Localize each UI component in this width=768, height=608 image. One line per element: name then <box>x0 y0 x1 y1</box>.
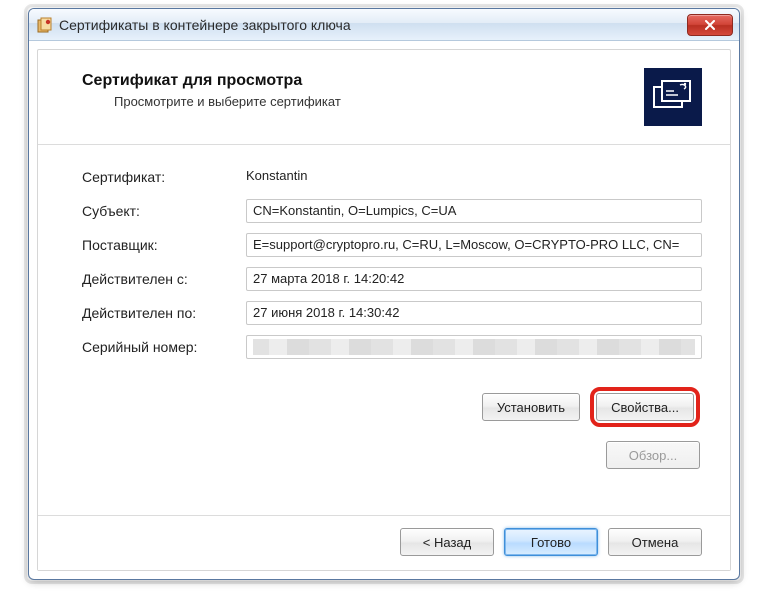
page-title: Сертификат для просмотра <box>82 72 341 90</box>
back-button[interactable]: < Назад <box>400 528 494 556</box>
properties-button[interactable]: Свойства... <box>596 393 694 421</box>
label-certificate: Сертификат: <box>82 169 246 185</box>
certificate-header-icon <box>644 68 702 126</box>
window-title: Сертификаты в контейнере закрытого ключа <box>59 17 687 33</box>
label-issuer: Поставщик: <box>82 237 246 253</box>
wizard-header: Сертификат для просмотра Просмотрите и в… <box>38 50 730 145</box>
value-valid-from: 27 марта 2018 г. 14:20:42 <box>246 267 702 291</box>
wizard-footer: < Назад Готово Отмена <box>38 515 730 570</box>
value-certificate: Konstantin <box>246 165 702 189</box>
label-valid-to: Действителен по: <box>82 305 246 321</box>
app-icon <box>37 17 53 33</box>
page-subtitle: Просмотрите и выберите сертификат <box>114 94 341 109</box>
close-button[interactable] <box>687 14 733 36</box>
install-button[interactable]: Установить <box>482 393 580 421</box>
value-serial-redacted <box>246 335 702 359</box>
highlight-ring: Свойства... <box>590 387 700 427</box>
label-subject: Субъект: <box>82 203 246 219</box>
titlebar[interactable]: Сертификаты в контейнере закрытого ключа <box>29 9 739 41</box>
value-subject: CN=Konstantin, O=Lumpics, C=UA <box>246 199 702 223</box>
dialog-body: Сертификат для просмотра Просмотрите и в… <box>37 49 731 571</box>
dialog-window: Сертификаты в контейнере закрытого ключа… <box>28 8 740 580</box>
finish-button[interactable]: Готово <box>504 528 598 556</box>
cancel-button[interactable]: Отмена <box>608 528 702 556</box>
label-serial: Серийный номер: <box>82 339 246 355</box>
close-icon <box>704 20 716 30</box>
label-valid-from: Действителен с: <box>82 271 246 287</box>
value-issuer: E=support@cryptopro.ru, C=RU, L=Moscow, … <box>246 233 702 257</box>
value-valid-to: 27 июня 2018 г. 14:30:42 <box>246 301 702 325</box>
browse-button: Обзор... <box>606 441 700 469</box>
